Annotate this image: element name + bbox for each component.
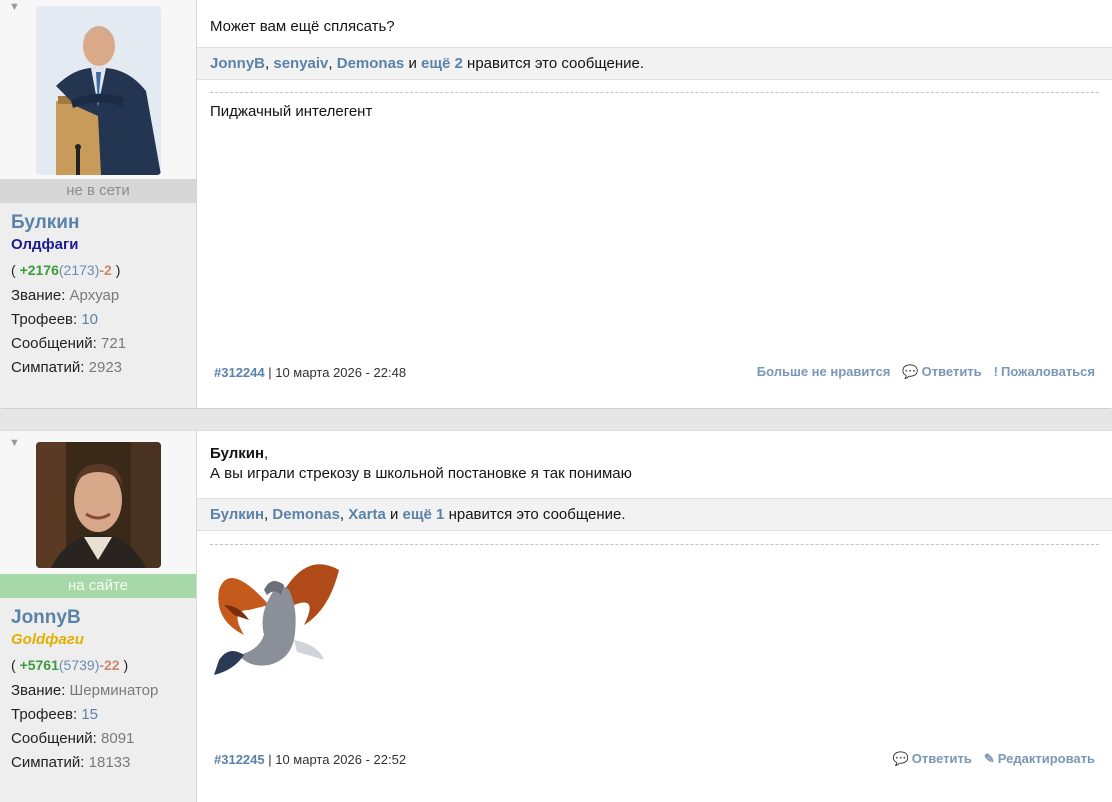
- collapse-arrow-icon[interactable]: ▼: [9, 1, 20, 13]
- post-body: Булкин, А вы играли стрекозу в школьной …: [197, 431, 1112, 802]
- post-separator: [0, 409, 1112, 430]
- signature: Пиджачный интелегент: [210, 103, 373, 120]
- rep-negative[interactable]: -22: [99, 657, 119, 673]
- speech-bubble-icon: 💬: [892, 751, 909, 766]
- pencil-icon: ✎: [983, 751, 995, 766]
- avatar[interactable]: [35, 6, 161, 175]
- post-date: | 10 марта 2026 - 22:48: [268, 364, 407, 380]
- post-number-link[interactable]: #312245: [214, 752, 265, 767]
- username-link[interactable]: Булкин: [11, 212, 185, 234]
- report-button[interactable]: ! Пожаловаться: [994, 364, 1095, 380]
- user-sidebar: ▼ не в сети Булкин Олдфаги (+2176(2173)…: [0, 0, 197, 408]
- avatar[interactable]: [35, 442, 161, 568]
- post-312244: ▼ не в сети Булкин Олдфаги (+2176(2173)…: [0, 0, 1112, 409]
- liker-link[interactable]: Xarta: [348, 506, 386, 523]
- quote-author[interactable]: Булкин: [210, 445, 264, 462]
- likes-more-link[interactable]: ещё 2: [421, 55, 463, 72]
- stat-title: Звание: Архуар: [11, 287, 120, 304]
- liker-link[interactable]: JonnyB: [210, 55, 265, 72]
- user-rank: Goldфаги: [11, 631, 84, 648]
- message-text: Булкин, А вы играли стрекозу в школьной …: [210, 445, 632, 482]
- likes-more-link[interactable]: ещё 1: [403, 506, 445, 523]
- message-text: Может вам ещё сплясать?: [210, 18, 395, 35]
- reputation: ( +2176(2173)-2 ): [11, 262, 121, 278]
- user-sidebar: ▼ на сайте JonnyB Goldфаги (+5761(5739)…: [0, 431, 197, 802]
- collapse-arrow-icon[interactable]: ▼: [9, 437, 20, 449]
- post-number-link[interactable]: #312244: [214, 365, 265, 380]
- exclamation-icon: !: [993, 364, 999, 379]
- post-312245: ▼ на сайте JonnyB Goldфаги (+5761(5739)…: [0, 430, 1112, 802]
- rep-positive[interactable]: +2176: [20, 262, 59, 278]
- reputation: ( +5761(5739)-22 ): [11, 657, 129, 673]
- stat-messages: Сообщений: 721: [11, 335, 127, 352]
- edit-button[interactable]: ✎ Редактировать: [984, 751, 1095, 767]
- liker-link[interactable]: senyaiv: [273, 55, 328, 72]
- post-footer: #312244 | 10 марта 2026 - 22:48 Больше н…: [214, 364, 1095, 380]
- stat-messages: Сообщений: 8091: [11, 730, 135, 747]
- stat-trophies: Трофеев: 15: [11, 706, 99, 723]
- stat-likes: Симпатий: 2923: [11, 359, 123, 376]
- status-badge: на сайте: [0, 574, 196, 598]
- reply-button[interactable]: 💬 Ответить: [893, 751, 972, 767]
- rep-negative[interactable]: -2: [99, 262, 111, 278]
- liker-link[interactable]: Demonas: [337, 55, 405, 72]
- post-footer: #312245 | 10 марта 2026 - 22:52 💬 Ответит…: [214, 751, 1095, 767]
- liker-link[interactable]: Demonas: [272, 506, 340, 523]
- username-link[interactable]: JonnyB: [11, 607, 185, 629]
- signature-divider: [210, 544, 1099, 545]
- unlike-button[interactable]: Больше не нравится: [757, 364, 891, 380]
- dragon-signature-image: [209, 550, 343, 682]
- post-date: | 10 марта 2026 - 22:52: [268, 751, 407, 767]
- trophies-link[interactable]: 10: [81, 311, 98, 328]
- likes-bar: Булкин, Demonas, Xarta и ещё 1 нравится …: [197, 498, 1112, 531]
- stat-trophies: Трофеев: 10: [11, 311, 99, 328]
- reply-button[interactable]: 💬 Ответить: [902, 364, 981, 380]
- user-rank: Олдфаги: [11, 236, 79, 253]
- speech-bubble-icon: 💬: [902, 364, 919, 379]
- stat-likes: Симпатий: 18133: [11, 754, 131, 771]
- rep-positive[interactable]: +5761: [20, 657, 59, 673]
- rep-total[interactable]: (2173): [59, 262, 99, 278]
- trophies-link[interactable]: 15: [81, 706, 98, 723]
- status-badge: не в сети: [0, 179, 196, 203]
- post-body: Может вам ещё сплясать? JonnyB, senyaiv,…: [197, 0, 1112, 408]
- signature-divider: [210, 92, 1099, 93]
- liker-link[interactable]: Булкин: [210, 506, 264, 523]
- stat-title: Звание: Шерминатор: [11, 682, 159, 699]
- likes-bar: JonnyB, senyaiv, Demonas и ещё 2 нравитс…: [197, 47, 1112, 80]
- rep-total[interactable]: (5739): [59, 657, 99, 673]
